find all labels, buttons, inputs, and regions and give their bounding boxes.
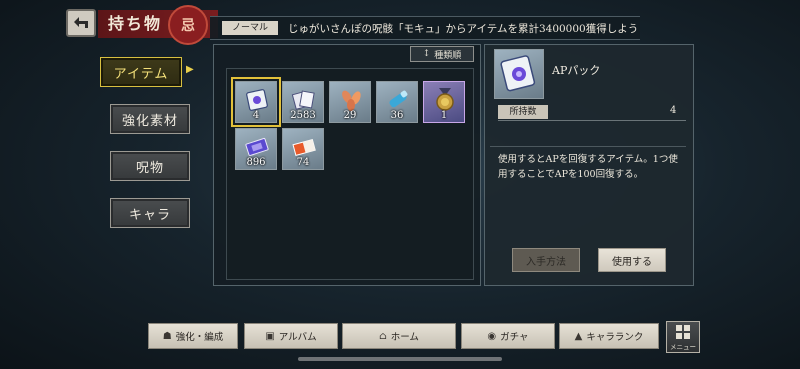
owned-label: 所持数 — [498, 105, 548, 119]
back-arrow-icon — [74, 17, 88, 28]
menu-label: メニュー — [670, 342, 696, 351]
item-description: 使用するとAPを回復するアイテム。1つ使用することでAPを100回復する。 — [498, 154, 678, 180]
item-slot-petals[interactable]: 29 — [329, 81, 371, 123]
petals-icon — [342, 90, 361, 111]
item-count: 896 — [246, 157, 266, 168]
tab-label: アイテム — [113, 66, 169, 82]
tab-items[interactable]: アイテム — [100, 57, 182, 87]
detail-divider — [490, 146, 686, 147]
tab-label: 呪物 — [135, 160, 164, 176]
team-icon: ☗ — [162, 330, 172, 342]
rank-icon: ▲ — [574, 330, 583, 342]
nav-label: 強化・編成 — [175, 332, 224, 343]
menu-button[interactable]: メニュー — [666, 321, 700, 353]
detail-item-name: APパック — [552, 64, 601, 77]
medal-icon — [436, 88, 454, 111]
grid-menu-icon — [676, 324, 690, 339]
home-icon: ⌂ — [379, 330, 387, 342]
nav-label: ガチャ — [500, 332, 529, 343]
acquire-method-button[interactable]: 入手方法 — [512, 248, 580, 272]
item-count: 29 — [343, 110, 357, 121]
sort-label: 種類順 — [434, 50, 462, 61]
item-count: 36 — [390, 110, 404, 121]
tab-active-arrow-icon: ▶ — [186, 64, 194, 75]
nav-home[interactable]: ⌂ ホーム — [342, 323, 456, 349]
nav-gacha[interactable]: ◉ ガチャ — [461, 323, 555, 349]
back-button[interactable] — [66, 9, 96, 37]
red-ticket-icon — [292, 138, 316, 156]
nav-label: アルバム — [278, 332, 317, 343]
nav-label: ホーム — [390, 332, 419, 343]
sort-icon: ↕ — [422, 49, 431, 59]
tab-label: キャラ — [128, 207, 171, 223]
nav-label: キャラランク — [586, 332, 644, 343]
nav-enhance-team[interactable]: ☗ 強化・編成 — [148, 323, 238, 349]
item-count: 74 — [296, 157, 310, 168]
mission-banner[interactable]: ノーマル じゅがいさんぽの呪骸「モキュ」からアイテムを累計3400000獲得しよ… — [210, 16, 640, 40]
card-stack-icon — [291, 90, 315, 110]
item-count: 1 — [440, 110, 448, 121]
item-slot-red-ticket[interactable]: 74 — [282, 128, 324, 170]
title-emblem: 忌 — [168, 5, 208, 45]
album-icon: ▣ — [265, 330, 275, 342]
mission-text: じゅがいさんぽの呪骸「モキュ」からアイテムを累計3400000獲得しよう — [288, 22, 639, 35]
home-indicator[interactable] — [298, 357, 502, 361]
scroll-icon — [389, 90, 408, 108]
tab-characters[interactable]: キャラ — [110, 198, 190, 228]
emblem-char: 忌 — [181, 18, 195, 34]
tab-cursed-objects[interactable]: 呪物 — [110, 151, 190, 181]
use-label: 使用する — [612, 256, 652, 268]
item-slot-medal[interactable]: 1 — [423, 81, 465, 123]
ticket-icon — [245, 137, 269, 157]
item-slot-scroll[interactable]: 36 — [376, 81, 418, 123]
item-count: 4 — [252, 110, 260, 121]
tab-label: 強化素材 — [121, 113, 178, 129]
detail-item-image — [494, 49, 544, 99]
item-count: 2583 — [290, 110, 316, 121]
ap-pack-icon — [246, 89, 268, 111]
item-slot-cards[interactable]: 2583 — [282, 81, 324, 123]
gacha-icon: ◉ — [487, 330, 497, 342]
item-slot-ap-pack[interactable]: 4 — [231, 77, 281, 127]
nav-album[interactable]: ▣ アルバム — [244, 323, 338, 349]
owned-count: 4 — [670, 105, 677, 116]
tab-materials[interactable]: 強化素材 — [110, 104, 190, 134]
use-button[interactable]: 使用する — [598, 248, 666, 272]
item-slot-ticket[interactable]: 896 — [235, 128, 277, 170]
nav-character-rank[interactable]: ▲ キャラランク — [559, 323, 659, 349]
mission-tag: ノーマル — [222, 21, 279, 35]
ap-pack-icon — [500, 55, 536, 92]
sort-button[interactable]: ↕ 種類順 — [410, 46, 474, 62]
acquire-label: 入手方法 — [526, 256, 566, 268]
